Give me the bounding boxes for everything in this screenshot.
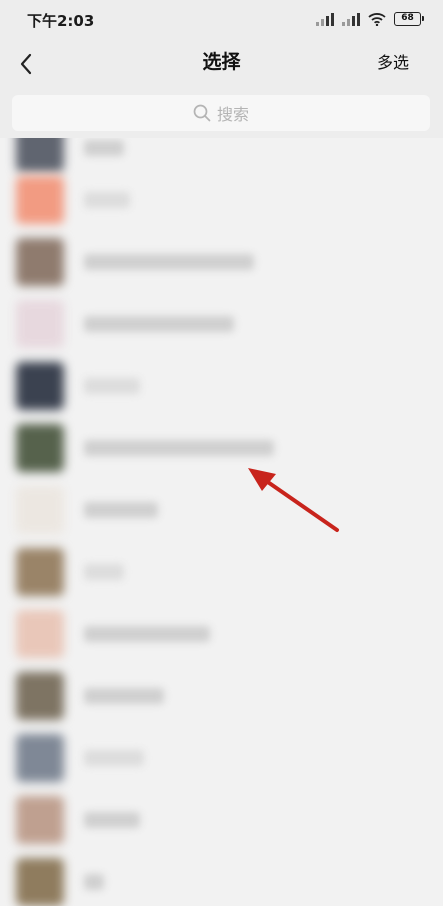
contact-row[interactable] bbox=[0, 542, 443, 604]
avatar bbox=[16, 858, 64, 906]
contact-name bbox=[84, 626, 210, 642]
avatar bbox=[16, 138, 64, 172]
avatar bbox=[16, 548, 64, 596]
avatar bbox=[16, 734, 64, 782]
nav-bar: 选择 多选 bbox=[0, 38, 443, 90]
contact-name bbox=[84, 192, 130, 208]
battery-icon: 68 bbox=[394, 12, 424, 26]
contact-row[interactable] bbox=[0, 480, 443, 542]
contact-name bbox=[84, 688, 164, 704]
search-icon bbox=[193, 104, 211, 122]
search-placeholder: 搜索 bbox=[216, 105, 249, 124]
status-bar: 下午2:03 68 bbox=[0, 0, 443, 38]
avatar bbox=[16, 672, 64, 720]
wifi-icon bbox=[368, 13, 386, 26]
multi-select-button[interactable]: 多选 bbox=[377, 49, 409, 73]
contact-row[interactable] bbox=[0, 418, 443, 480]
contact-name bbox=[84, 564, 124, 580]
contact-row[interactable] bbox=[0, 170, 443, 232]
contact-name bbox=[84, 254, 254, 270]
contact-name bbox=[84, 750, 144, 766]
avatar bbox=[16, 610, 64, 658]
contact-row[interactable] bbox=[0, 232, 443, 294]
avatar bbox=[16, 362, 64, 410]
contact-row[interactable] bbox=[0, 356, 443, 418]
contact-name bbox=[84, 140, 124, 156]
contact-name bbox=[84, 502, 158, 518]
avatar bbox=[16, 176, 64, 224]
contact-row[interactable] bbox=[0, 790, 443, 852]
contact-name bbox=[84, 812, 140, 828]
contact-name bbox=[84, 440, 274, 456]
signal-icon-2 bbox=[342, 12, 360, 26]
contact-name bbox=[84, 874, 104, 890]
contact-row[interactable] bbox=[0, 294, 443, 356]
contact-row[interactable] bbox=[0, 728, 443, 790]
avatar bbox=[16, 238, 64, 286]
contact-name bbox=[84, 378, 140, 394]
avatar bbox=[16, 300, 64, 348]
status-time: 下午2:03 bbox=[27, 12, 95, 30]
contact-row[interactable] bbox=[0, 666, 443, 728]
search-input[interactable]: 搜索 bbox=[12, 95, 430, 131]
contact-list[interactable] bbox=[0, 138, 443, 906]
avatar bbox=[16, 486, 64, 534]
avatar bbox=[16, 796, 64, 844]
contact-name bbox=[84, 316, 234, 332]
contact-row[interactable] bbox=[0, 604, 443, 666]
signal-icon bbox=[316, 12, 334, 26]
avatar bbox=[16, 424, 64, 472]
status-icons: 68 bbox=[316, 11, 424, 27]
contact-row[interactable] bbox=[0, 852, 443, 906]
